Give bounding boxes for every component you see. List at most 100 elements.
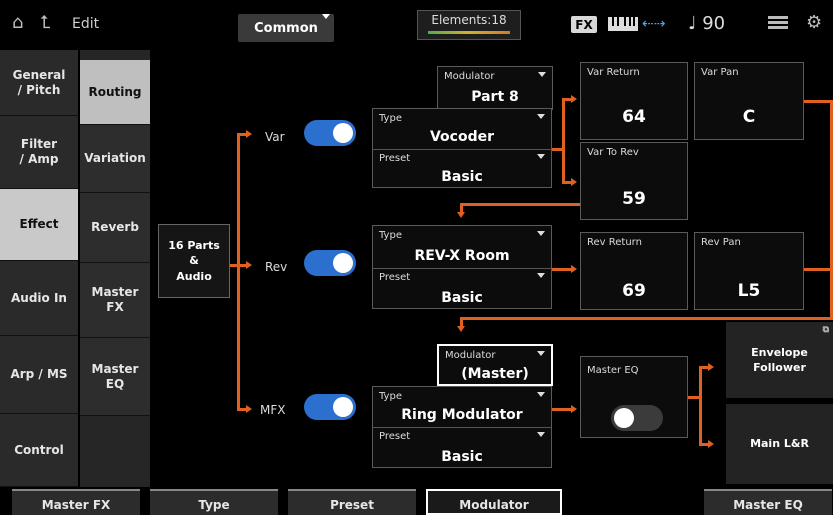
bottom-master-eq[interactable]: Master EQ	[704, 489, 832, 515]
subtab-master-eq[interactable]: Master EQ	[80, 338, 150, 416]
category-label: Arp / MS	[10, 367, 68, 381]
route-line	[552, 268, 572, 271]
bottom-label: Modulator	[459, 498, 529, 512]
bottom-bar: Master FX Type Preset Modulator Master E…	[0, 489, 833, 515]
var-preset-label: Preset	[379, 153, 411, 164]
var-type-select[interactable]: Type Vocoder	[373, 109, 551, 149]
rev-preset-select[interactable]: Preset Basic	[373, 268, 551, 310]
subtab-label: Variation	[84, 151, 146, 165]
route-line	[699, 366, 702, 446]
category-label: Effect	[19, 217, 59, 231]
var-pan-knob[interactable]: Var Pan C	[694, 62, 804, 140]
route-line	[552, 408, 572, 411]
subtab-sidebar: Routing Variation Reverb Master FX Maste…	[80, 50, 150, 487]
category-general-pitch[interactable]: General / Pitch	[0, 50, 78, 116]
rev-pan-label: Rev Pan	[701, 237, 741, 248]
main-lr-label: Main L&R	[750, 437, 809, 451]
var-modulator-select[interactable]: Modulator Part 8	[437, 66, 553, 110]
mfx-type-preset-panel: Type Ring Modulator Preset Basic	[372, 386, 552, 468]
category-label: Control	[14, 442, 64, 457]
rev-return-knob[interactable]: Rev Return 69	[580, 232, 688, 310]
master-eq-toggle[interactable]	[611, 405, 663, 431]
toggle-knob	[614, 408, 634, 428]
home-icon[interactable]: ⌂	[12, 12, 23, 33]
chevron-down-icon	[537, 432, 545, 437]
rev-preset-value: Basic	[441, 290, 483, 306]
rev-pan-knob[interactable]: Rev Pan L5	[694, 232, 804, 310]
bottom-label: Preset	[330, 498, 374, 512]
var-type-value: Vocoder	[429, 129, 495, 145]
mfx-preset-label: Preset	[379, 431, 411, 442]
mfx-type-select[interactable]: Type Ring Modulator	[373, 387, 551, 427]
var-modulator-value: Part 8	[471, 89, 519, 105]
var-to-rev-label: Var To Rev	[587, 147, 639, 158]
bottom-type[interactable]: Type	[150, 489, 278, 515]
category-audio-in[interactable]: Audio In	[0, 261, 78, 336]
category-control[interactable]: Control	[0, 414, 78, 487]
var-return-label: Var Return	[587, 67, 640, 78]
var-preset-select[interactable]: Preset Basic	[373, 149, 551, 189]
var-to-rev-value: 59	[622, 189, 646, 209]
rev-toggle[interactable]	[304, 250, 356, 276]
chevron-down-icon	[537, 114, 545, 119]
var-switch-label: Var	[265, 130, 285, 144]
master-eq-label: Master EQ	[587, 365, 639, 376]
common-button[interactable]: Common	[238, 14, 334, 42]
mfx-type-label: Type	[379, 391, 402, 402]
gear-icon[interactable]: ⚙	[806, 12, 822, 33]
category-label: Audio In	[11, 290, 67, 305]
top-bar: ⌂ ⮤ Edit Common Elements:18 FX ⇠⇢ ♩ 90 ⚙	[0, 0, 833, 50]
arrow-down-icon	[457, 326, 465, 332]
var-to-rev-knob[interactable]: Var To Rev 59	[580, 142, 688, 220]
subtab-master-fx[interactable]: Master FX	[80, 263, 150, 338]
route-line	[460, 317, 833, 320]
window-icon: ⧉	[822, 325, 829, 335]
toggle-knob	[333, 123, 353, 143]
rev-type-select[interactable]: Type REV-X Room	[373, 226, 551, 268]
var-return-value: 64	[622, 107, 646, 127]
keyboard-icon	[608, 15, 638, 33]
bottom-master-fx[interactable]: Master FX	[12, 489, 140, 515]
fx-badge[interactable]: FX	[571, 16, 597, 33]
usb-icon: ⇠⇢	[642, 16, 666, 32]
subtab-label: Master FX	[91, 285, 139, 314]
var-pan-label: Var Pan	[701, 67, 739, 78]
arrow-right-icon	[708, 363, 714, 371]
elements-indicator: Elements:18	[417, 10, 521, 40]
arrow-right-icon	[571, 95, 577, 103]
category-filter-amp[interactable]: Filter / Amp	[0, 116, 78, 189]
back-icon[interactable]: ⮤	[40, 12, 51, 33]
rev-pan-value: L5	[737, 281, 761, 301]
var-return-knob[interactable]: Var Return 64	[580, 62, 688, 140]
category-effect[interactable]: Effect	[0, 189, 78, 261]
subtab-routing[interactable]: Routing	[80, 60, 150, 125]
category-arp-ms[interactable]: Arp / MS	[0, 336, 78, 414]
arrow-right-icon	[571, 405, 577, 413]
bottom-preset[interactable]: Preset	[288, 489, 416, 515]
rev-return-label: Rev Return	[587, 237, 642, 248]
subtab-label: Master EQ	[91, 361, 139, 391]
tempo-display[interactable]: ♩ 90	[688, 13, 725, 34]
mfx-preset-select[interactable]: Preset Basic	[373, 427, 551, 467]
bottom-label: Master EQ	[733, 498, 803, 512]
mfx-toggle[interactable]	[304, 394, 356, 420]
toggle-knob	[333, 397, 353, 417]
envelope-follower-button[interactable]: Envelope Follower ⧉	[726, 322, 833, 398]
arrow-right-icon	[708, 440, 714, 448]
rev-preset-label: Preset	[379, 272, 411, 283]
source-16-parts-audio: 16 Parts & Audio	[158, 224, 230, 298]
var-pan-value: C	[742, 107, 756, 127]
rev-switch-label: Rev	[265, 260, 288, 274]
bottom-modulator[interactable]: Modulator	[426, 489, 562, 515]
subtab-variation[interactable]: Variation	[80, 125, 150, 193]
arrow-right-icon	[246, 261, 252, 269]
subtab-reverb[interactable]: Reverb	[80, 193, 150, 263]
grid-icon[interactable]	[768, 16, 788, 32]
arrow-right-icon	[246, 405, 252, 413]
arrow-down-icon	[457, 212, 465, 218]
mfx-preset-value: Basic	[441, 449, 483, 465]
var-toggle[interactable]	[304, 120, 356, 146]
mfx-modulator-select[interactable]: Modulator (Master)	[437, 344, 553, 386]
arrow-right-icon	[571, 265, 577, 273]
arrow-right-icon	[571, 178, 577, 186]
